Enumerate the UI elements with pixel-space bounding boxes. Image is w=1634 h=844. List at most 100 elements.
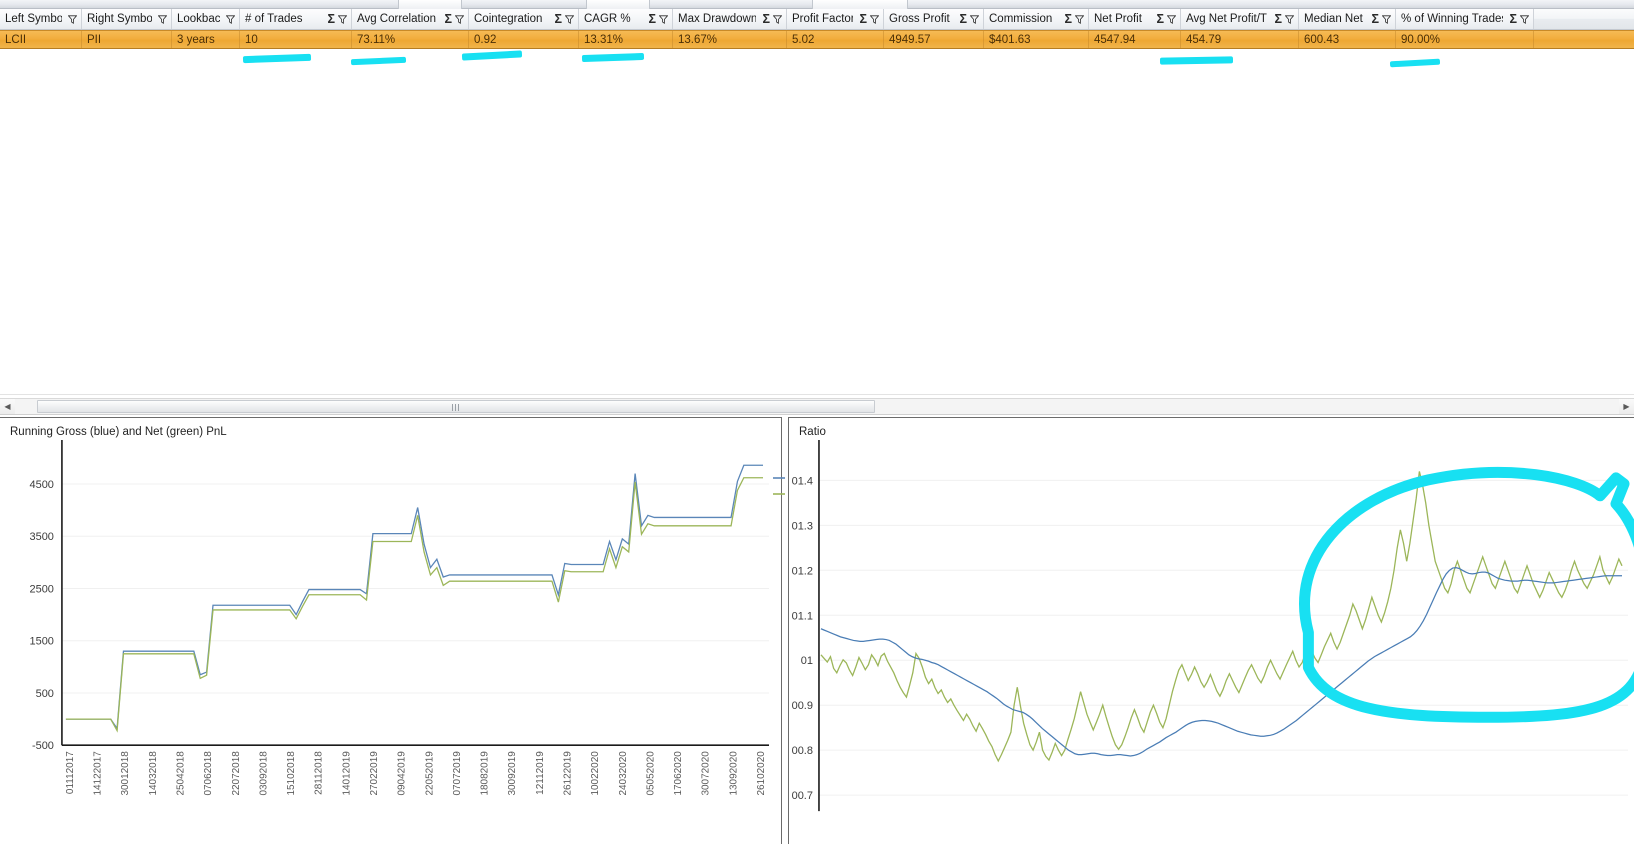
- column-header-icons: Σ: [321, 13, 347, 26]
- filter-funnel-icon[interactable]: [970, 14, 979, 24]
- grid-column-header-median-net[interactable]: Median Net Σ: [1299, 9, 1396, 29]
- scrollbar-thumb[interactable]: [37, 400, 875, 413]
- grid-column-header-lookback[interactable]: Lookback: [172, 9, 240, 29]
- filter-funnel-icon[interactable]: [1382, 14, 1391, 24]
- grid-cell[interactable]: 5.02: [787, 31, 884, 48]
- ratio-y-tick-label: 01.4: [792, 475, 813, 487]
- grid-column-header-avg-correlation[interactable]: Avg Correlation Σ: [352, 9, 469, 29]
- grid-cell[interactable]: $401.63: [984, 31, 1089, 48]
- scroll-right-arrow-icon[interactable]: ▶: [1619, 399, 1634, 414]
- grid-selected-row[interactable]: LCII PII 3 years 10 73.11% 0.92 13.31% 13.67% 5.…: [0, 30, 1634, 49]
- grid-cell[interactable]: 13.31%: [579, 31, 673, 48]
- grid-horizontal-scrollbar[interactable]: ◀ ▶: [0, 398, 1634, 415]
- grid-column-header-left-symbol[interactable]: Left Symbol: [0, 9, 82, 29]
- chrome-chip-1: [398, 0, 462, 9]
- grid-cell[interactable]: 13.67%: [673, 31, 787, 48]
- column-header-icons: Σ: [1268, 13, 1294, 26]
- grid-column-header-avg-net-profit-t[interactable]: Avg Net Profit/T Σ: [1181, 9, 1299, 29]
- scroll-left-arrow-icon[interactable]: ◀: [0, 399, 15, 414]
- filter-funnel-icon[interactable]: [870, 14, 879, 24]
- pnl-x-tick-label: 07072019: [452, 751, 463, 796]
- sigma-aggregate-icon[interactable]: Σ: [444, 13, 452, 26]
- window-chrome-strip: [0, 0, 1634, 9]
- filter-funnel-icon[interactable]: [1520, 14, 1529, 24]
- grid-column-header-of-trades[interactable]: # of Trades Σ: [240, 9, 352, 29]
- grid-cell[interactable]: PII: [82, 31, 172, 48]
- pnl-x-tick-label: 30012018: [120, 751, 131, 796]
- pnl-x-tick-label: 30092019: [507, 751, 518, 796]
- filter-funnel-icon[interactable]: [158, 14, 167, 24]
- filter-funnel-icon[interactable]: [226, 14, 235, 24]
- pnl-x-tick-label: 07062018: [203, 751, 214, 796]
- pnl-x-tick-label: 18082019: [480, 751, 491, 796]
- grid-cell[interactable]: LCII: [0, 31, 82, 48]
- sigma-aggregate-icon[interactable]: Σ: [1509, 13, 1517, 26]
- column-header-label: Gross Profit: [889, 13, 950, 25]
- results-grid: Left Symbol Right Symbol Lookback # of Trad…: [0, 9, 1634, 398]
- grid-cell[interactable]: 600.43: [1299, 31, 1396, 48]
- grid-cell[interactable]: 10: [240, 31, 352, 48]
- grid-column-header-max-drawdown[interactable]: Max Drawdown Σ: [673, 9, 787, 29]
- sigma-aggregate-icon[interactable]: Σ: [1274, 13, 1282, 26]
- pnl-gross-series-line: [65, 464, 764, 731]
- sigma-aggregate-icon[interactable]: Σ: [762, 13, 770, 26]
- filter-funnel-icon[interactable]: [1075, 14, 1084, 24]
- grid-cell[interactable]: 4547.94: [1089, 31, 1181, 48]
- grid-cell[interactable]: 4949.57: [884, 31, 984, 48]
- filter-funnel-icon[interactable]: [455, 14, 464, 24]
- column-header-label: Avg Net Profit/T: [1186, 13, 1267, 25]
- filter-funnel-icon[interactable]: [565, 14, 574, 24]
- grid-column-header-net-profit[interactable]: Net Profit Σ: [1089, 9, 1181, 29]
- pnl-chart-panel: Running Gross (blue) and Net (green) PnL…: [0, 417, 782, 844]
- sigma-aggregate-icon[interactable]: Σ: [648, 13, 656, 26]
- sigma-aggregate-icon[interactable]: Σ: [1156, 13, 1164, 26]
- scrollbar-track[interactable]: [15, 399, 1619, 414]
- column-header-label: Net Profit: [1094, 13, 1142, 25]
- grid-cell[interactable]: 73.11%: [352, 31, 469, 48]
- grid-column-header-cagr[interactable]: CAGR % Σ: [579, 9, 673, 29]
- grid-column-header-cointegration[interactable]: Cointegration Σ: [469, 9, 579, 29]
- column-header-icons: Σ: [438, 13, 464, 26]
- grid-cell[interactable]: 0.92: [469, 31, 579, 48]
- filter-funnel-icon[interactable]: [773, 14, 782, 24]
- filter-funnel-icon[interactable]: [1167, 14, 1176, 24]
- pnl-y-tick-label: 500: [36, 688, 54, 700]
- filter-funnel-icon[interactable]: [659, 14, 668, 24]
- ratio-chart-panel: Ratio 00.7 00.8 00.9 01 01.1 01.2 01.3 01.4: [788, 417, 1634, 844]
- sigma-aggregate-icon[interactable]: Σ: [959, 13, 967, 26]
- cyan-highlight-mark-5: [1159, 56, 1234, 65]
- sigma-aggregate-icon[interactable]: Σ: [554, 13, 562, 26]
- grid-column-header-of-winning-trades[interactable]: % of Winning Trades Σ: [1396, 9, 1534, 29]
- grid-column-header-gross-profit[interactable]: Gross Profit Σ: [884, 9, 984, 29]
- column-header-label: Left Symbol: [5, 13, 62, 25]
- pnl-x-tick-label: 05052020: [645, 751, 656, 796]
- grid-cell[interactable]: 454.79: [1181, 31, 1299, 48]
- column-header-icons: [62, 14, 77, 24]
- column-header-label: Right Symbol: [87, 13, 152, 25]
- cyan-circle-annotation: [1299, 466, 1634, 723]
- sigma-aggregate-icon[interactable]: Σ: [327, 13, 335, 26]
- sigma-aggregate-icon[interactable]: Σ: [1371, 13, 1379, 26]
- filter-funnel-icon[interactable]: [68, 14, 77, 24]
- pnl-y-tick-label: 1500: [30, 636, 54, 648]
- grid-column-header-commission[interactable]: Commission Σ: [984, 9, 1089, 29]
- ratio-y-tick-label: 01.2: [792, 565, 813, 577]
- pnl-x-tick-label: 01112017: [65, 751, 76, 794]
- pnl-y-tick-label: 2500: [30, 584, 54, 596]
- filter-funnel-icon[interactable]: [338, 14, 347, 24]
- sigma-aggregate-icon[interactable]: Σ: [859, 13, 867, 26]
- grid-cell[interactable]: 90.00%: [1396, 31, 1534, 48]
- grid-cell[interactable]: 3 years: [172, 31, 240, 48]
- grid-column-header-profit-factor[interactable]: Profit Factor Σ: [787, 9, 884, 29]
- column-header-label: CAGR %: [584, 13, 631, 25]
- pnl-y-tick-label: -500: [32, 740, 54, 752]
- column-header-icons: [152, 14, 167, 24]
- grid-column-header-right-symbol[interactable]: Right Symbol: [82, 9, 172, 29]
- column-header-icons: Σ: [953, 13, 979, 26]
- sigma-aggregate-icon[interactable]: Σ: [1064, 13, 1072, 26]
- pnl-x-tick-label: 14032018: [148, 751, 159, 796]
- pnl-x-tick-label: 14012019: [341, 751, 352, 796]
- filter-funnel-icon[interactable]: [1285, 14, 1294, 24]
- pnl-y-tick-label: 4500: [30, 479, 54, 491]
- column-header-label: Profit Factor: [792, 13, 854, 25]
